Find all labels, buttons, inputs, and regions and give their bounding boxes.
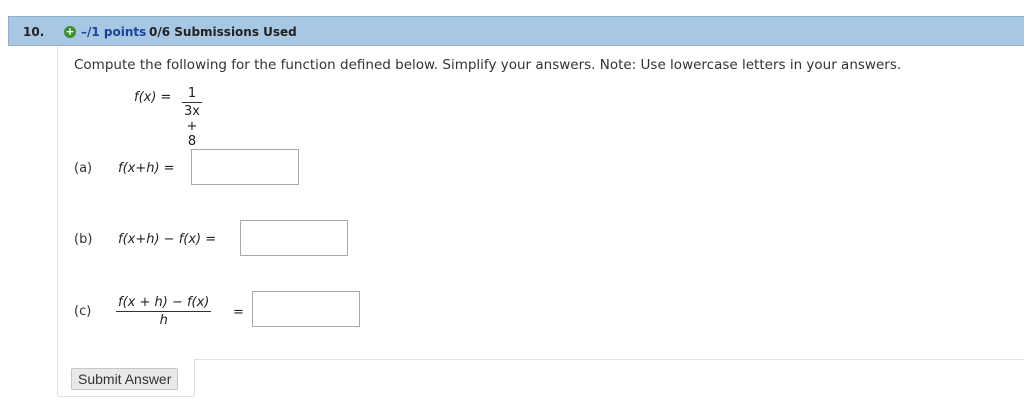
question-prompt: Compute the following for the function d… xyxy=(74,57,902,73)
part-b-expression: f(x+h) − f(x) = xyxy=(118,232,217,247)
points-link[interactable]: –/1 points xyxy=(81,25,146,39)
part-c-answer-input[interactable] xyxy=(252,291,360,327)
function-numerator: 1 xyxy=(187,86,197,101)
function-lhs: f(x) = xyxy=(134,90,172,105)
part-b-answer-input[interactable] xyxy=(240,220,348,256)
part-c-denominator: h xyxy=(159,313,168,328)
submit-area: Submit Answer xyxy=(57,359,195,397)
fraction-bar xyxy=(182,102,202,103)
question-number: 10. xyxy=(23,25,45,39)
part-a-label: (a) xyxy=(74,161,93,176)
part-b-label: (b) xyxy=(74,232,93,247)
submit-answer-button[interactable]: Submit Answer xyxy=(71,368,179,390)
fraction-bar xyxy=(116,311,212,312)
function-denominator: 3x + 8 xyxy=(184,104,200,149)
part-c-equals: = xyxy=(233,305,244,320)
divider xyxy=(195,359,1024,360)
question-body: Compute the following for the function d… xyxy=(57,46,1024,360)
plus-circle-icon[interactable]: + xyxy=(64,26,76,38)
part-a-expression: f(x+h) = xyxy=(118,161,175,176)
part-c-label: (c) xyxy=(74,304,92,319)
function-fraction: 1 3x + 8 xyxy=(182,86,202,149)
part-a-answer-input[interactable] xyxy=(191,149,299,185)
part-c-fraction: f(x + h) − f(x) h xyxy=(116,295,212,328)
part-c-numerator: f(x + h) − f(x) xyxy=(118,295,210,310)
submissions-used: 0/6 Submissions Used xyxy=(149,25,297,39)
question-header: 10. + –/1 points 0/6 Submissions Used xyxy=(8,16,1024,46)
